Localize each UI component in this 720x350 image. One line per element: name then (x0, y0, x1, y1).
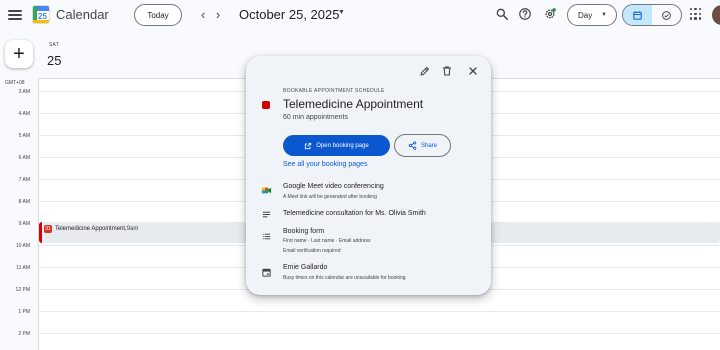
schedule-type-label: BOOKABLE APPOINTMENT SCHEDULE (283, 88, 385, 94)
hour-label: 5 AM (18, 133, 30, 139)
event-time: 9am (126, 226, 139, 232)
event-details-popup: BOOKABLE APPOINTMENT SCHEDULE Telemedici… (246, 56, 491, 295)
menu-icon[interactable] (8, 8, 22, 22)
app-title: Calendar (56, 7, 109, 22)
view-dropdown-icon: ▼ (601, 12, 607, 18)
see-all-booking-pages-link[interactable]: See all your booking pages (283, 161, 367, 168)
popup-title: Telemedicine Appointment (283, 97, 424, 111)
share-button[interactable]: Share (394, 134, 451, 157)
calendar-view-icon (633, 10, 642, 20)
open-booking-page-button[interactable]: Open booking page (283, 135, 390, 156)
hour-label: 12 PM (15, 287, 30, 293)
calendar-color-swatch (262, 101, 270, 109)
hour-label: 10 AM (15, 243, 30, 249)
share-label: Share (420, 142, 437, 149)
create-button[interactable]: + (5, 40, 33, 68)
share-icon (408, 141, 417, 150)
booking-form-icon (262, 233, 271, 240)
apps-grid-icon[interactable] (690, 8, 702, 20)
open-booking-page-label: Open booking page (316, 142, 369, 149)
close-icon[interactable] (467, 65, 479, 77)
date-dropdown-icon[interactable]: ▼ (338, 9, 345, 16)
calendar-view-toggle[interactable] (623, 5, 652, 25)
settings-icon[interactable] (543, 7, 557, 21)
external-link-icon (305, 142, 312, 149)
hour-label: 9 AM (18, 221, 30, 227)
hour-label: 7 AM (18, 177, 30, 183)
day-name: SAT (49, 42, 59, 48)
today-button[interactable]: Today (134, 4, 182, 26)
calendar-tasks-toggle (622, 4, 682, 26)
search-icon[interactable] (495, 7, 509, 21)
help-icon[interactable] (518, 7, 532, 21)
calendar-logo: 25 (32, 5, 50, 24)
event-description: Telemedicine consultation for Ms. Olivia… (283, 210, 426, 217)
top-bar: 25 Calendar Today ‹ › October 25, 2025 ▼… (0, 0, 720, 30)
view-selector[interactable]: Day ▼ (567, 4, 617, 26)
hour-label: 6 AM (18, 155, 30, 161)
day-number[interactable]: 25 (47, 53, 61, 68)
avatar[interactable] (712, 5, 720, 25)
logo-day: 25 (38, 12, 47, 21)
event-title: Telemedicine Appointment, (55, 226, 127, 232)
calendar-owner-note: Busy times on this calendar are unavaila… (283, 275, 406, 281)
hour-label: 4 AM (18, 111, 30, 117)
hour-label: 2 PM (18, 331, 30, 337)
delete-icon[interactable] (441, 65, 453, 77)
tasks-view-icon (662, 10, 671, 20)
booking-form-verification: Email verification required (283, 248, 341, 254)
hour-gridline (39, 333, 720, 334)
booking-form-fields: First name · Last name · Email address (283, 238, 371, 244)
calendar-icon (262, 268, 271, 277)
meet-subtitle: A Meet link will be generated after book… (283, 194, 377, 200)
hour-gridline (39, 311, 720, 312)
tasks-view-toggle[interactable] (652, 5, 681, 25)
calendar-owner: Emie Gallardo (283, 264, 328, 271)
hour-label: 3 AM (18, 89, 30, 95)
next-day-icon[interactable]: › (211, 6, 225, 22)
edit-icon[interactable] (419, 65, 431, 77)
timezone-label: GMT+08 (5, 80, 25, 86)
current-date: October 25, 2025 (239, 7, 340, 22)
hour-label: 11 AM (16, 265, 30, 271)
description-icon (262, 211, 271, 218)
google-meet-icon (261, 187, 272, 194)
booking-form-title: Booking form (283, 228, 325, 235)
hour-label: 1 PM (18, 309, 30, 315)
appointment-schedule-icon: 31 (44, 225, 52, 233)
prev-day-icon[interactable]: ‹ (196, 6, 210, 22)
meet-title: Google Meet video conferencing (283, 183, 384, 190)
hour-label: 8 AM (18, 199, 30, 205)
view-label: Day (578, 10, 593, 20)
calendar-app: 25 Calendar Today ‹ › October 25, 2025 ▼… (0, 0, 720, 350)
appointment-duration: 60 min appointments (283, 114, 348, 121)
